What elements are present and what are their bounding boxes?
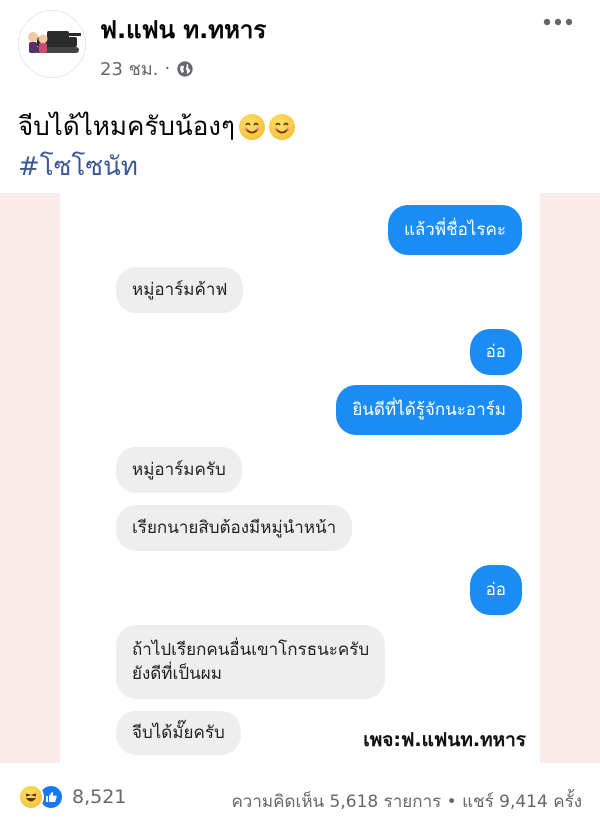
smiling-face-emoji-icon	[268, 113, 295, 140]
post-meta: 23 ชม. ·	[100, 54, 194, 83]
smiling-face-emoji-icon	[238, 113, 265, 140]
chat-bubble-sent: ยินดีที่ได้รู้จักนะอาร์ม	[336, 385, 522, 435]
haha-reaction-icon	[18, 784, 44, 810]
post-caption: จีบได้ไหมครับน้องๆ	[18, 106, 295, 147]
chat-bubble-sent: อ่อ	[469, 565, 522, 615]
reaction-count: 8,521	[72, 786, 127, 808]
chat-bubble-received: จีบได้มั๊ยครับ	[116, 711, 241, 755]
post-header: ฟ.แฟน ท.ทหาร 23 ชม. ·	[0, 0, 600, 90]
meta-separator: ·	[164, 58, 171, 79]
page-watermark: เพจ:ฟ.แฟนท.ทหาร	[363, 729, 526, 751]
chat-bubble-received-multiline: ถ้าไปเรียกคนอื่นเขาโกรธนะครับ ยังดีที่เป…	[116, 625, 386, 699]
post-stats: ความคิดเห็น 5,618 รายการ • แชร์ 9,414 คร…	[231, 788, 582, 815]
chat-line: ถ้าไปเรียกคนอื่นเขาโกรธนะครับ	[132, 640, 370, 660]
more-horizontal-icon	[543, 18, 573, 26]
post-image[interactable]: แล้วพี่ชื่อไรคะ หมู่อาร์มค้าฟ อ่อ ยินดีท…	[0, 193, 600, 763]
reactions-summary[interactable]: 8,521	[18, 784, 126, 810]
chat-bubble-sent: แล้วพี่ชื่อไรคะ	[387, 205, 522, 255]
chat-panel: แล้วพี่ชื่อไรคะ หมู่อาร์มค้าฟ อ่อ ยินดีท…	[60, 193, 540, 763]
chat-bubble-received: หมู่อาร์มค้าฟ	[116, 267, 244, 313]
chat-bubble-received: หมู่อาร์มครับ	[116, 447, 242, 493]
post-hashtag[interactable]: #โซโซนัท	[18, 146, 138, 187]
shares-count-link[interactable]: แชร์ 9,414 ครั้ง	[462, 792, 582, 812]
post-time[interactable]: 23 ชม.	[100, 54, 158, 83]
chat-line: ยังดีที่เป็นผม	[132, 664, 222, 684]
post-footer: 8,521 ความคิดเห็น 5,618 รายการ • แชร์ 9,…	[0, 772, 600, 827]
stats-separator: •	[446, 792, 457, 812]
chat-bubble-sent: อ่อ	[469, 329, 522, 375]
avatar-cartoon-icon	[28, 31, 81, 53]
post-caption-text: จีบได้ไหมครับน้องๆ	[18, 112, 235, 142]
page-avatar[interactable]	[18, 10, 86, 78]
more-options-button[interactable]	[538, 10, 578, 34]
globe-icon	[177, 60, 193, 77]
chat-bubble-received: เรียกนายสิบต้องมีหมู่นำหน้า	[116, 505, 353, 551]
page-name[interactable]: ฟ.แฟน ท.ทหาร	[100, 10, 266, 49]
comments-count-link[interactable]: ความคิดเห็น 5,618 รายการ	[231, 792, 441, 812]
